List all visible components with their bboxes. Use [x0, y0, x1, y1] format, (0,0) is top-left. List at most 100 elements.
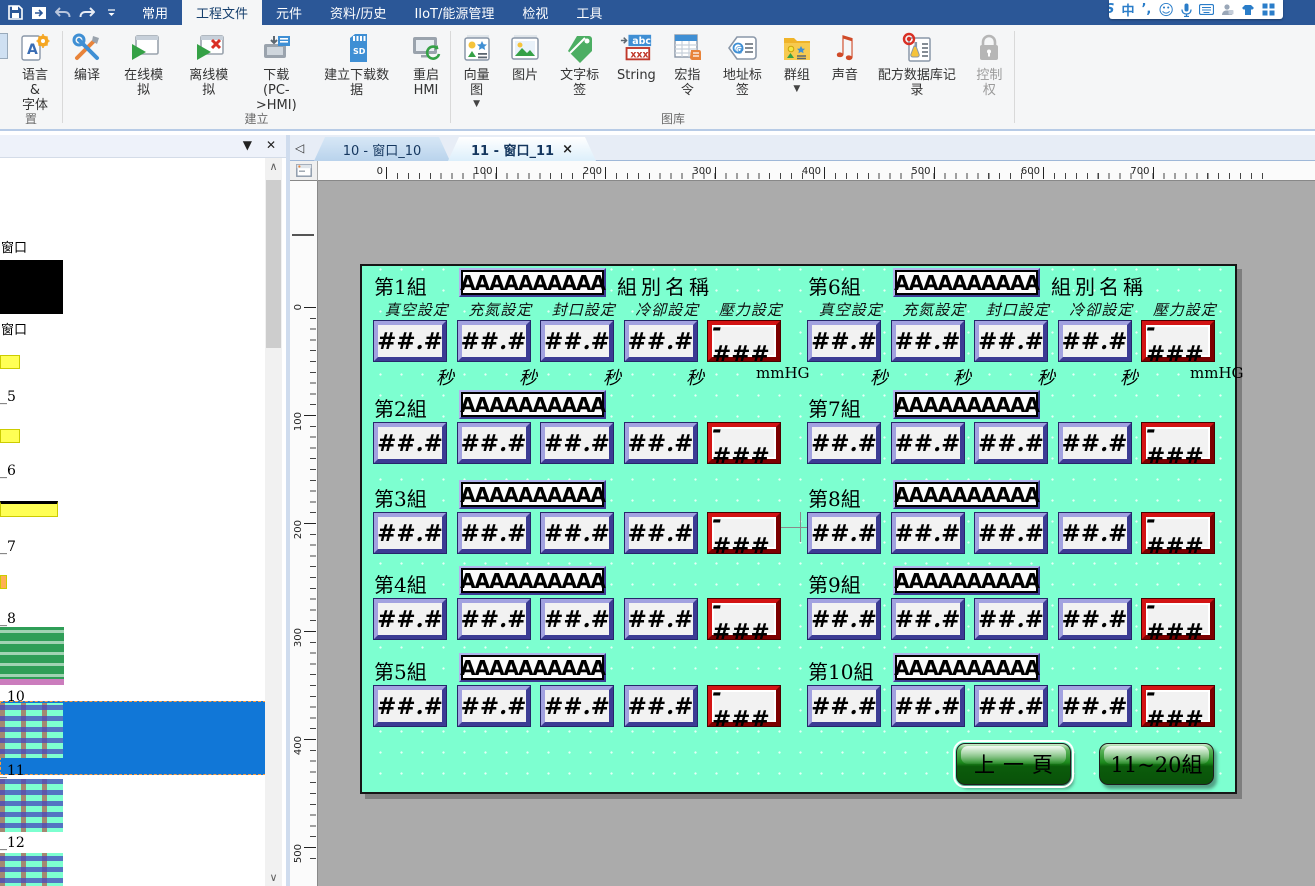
group-number-label[interactable]: 第6組 — [808, 271, 861, 300]
pressure-display[interactable]: -### — [1142, 423, 1214, 463]
numeric-display[interactable]: ##.# — [892, 423, 964, 463]
string-button[interactable]: abcxxx String — [610, 31, 663, 83]
numeric-display[interactable]: ##.# — [374, 686, 446, 726]
group-number-label[interactable]: 第3組 — [374, 483, 427, 512]
numeric-display[interactable]: ##.# — [625, 686, 697, 726]
numeric-display[interactable]: ##.# — [541, 599, 613, 639]
group-number-label[interactable]: 第10組 — [808, 656, 873, 685]
numeric-display[interactable]: ##.# — [458, 423, 530, 463]
scrollbar-thumb[interactable] — [266, 180, 281, 348]
group-name-display[interactable]: AAAAAAAAAA — [459, 566, 606, 595]
vector-graphics-button[interactable]: 向量图 ▼ — [452, 31, 501, 108]
undo-icon[interactable] — [54, 4, 72, 22]
numeric-display[interactable]: ##.# — [458, 599, 530, 639]
menu-tab-view[interactable]: 检视 — [508, 0, 562, 25]
numeric-display[interactable]: ##.# — [808, 321, 880, 361]
offline-simulation-button[interactable]: 离线模拟 — [176, 31, 241, 98]
window-thumbnail[interactable] — [0, 627, 64, 685]
scroll-up-icon[interactable]: ∧ — [265, 158, 282, 175]
group-title-label[interactable]: 組別名稱 — [1051, 271, 1147, 300]
numeric-display[interactable]: ##.# — [625, 321, 697, 361]
sound-button[interactable]: ♫ 声音 — [821, 31, 869, 83]
build-download-data-button[interactable]: SD 建立下载数据 — [311, 31, 402, 98]
numeric-display[interactable]: ##.# — [541, 686, 613, 726]
window-name-label[interactable]: _12 — [0, 835, 25, 851]
sogou-logo-icon[interactable]: S — [1109, 2, 1114, 17]
numeric-display[interactable]: ##.# — [625, 599, 697, 639]
pressure-display[interactable]: -### — [1142, 321, 1214, 361]
group-title-label[interactable]: 組別名稱 — [617, 271, 713, 300]
ruler-origin-box[interactable] — [290, 161, 318, 181]
dropdown-caret-icon[interactable]: ▼ — [473, 100, 480, 108]
window-thumbnail[interactable] — [0, 853, 63, 886]
numeric-display[interactable]: ##.# — [808, 599, 880, 639]
numeric-display[interactable]: ##.# — [975, 423, 1047, 463]
numeric-display[interactable]: ##.# — [458, 513, 530, 553]
pressure-display[interactable]: -### — [708, 321, 780, 361]
group-name-display[interactable]: AAAAAAAAAA — [893, 653, 1040, 682]
address-tag-button[interactable]: @ 地址标签 — [712, 31, 773, 98]
numeric-display[interactable]: ##.# — [892, 513, 964, 553]
numeric-display[interactable]: ##.# — [541, 321, 613, 361]
ime-chinese-mode-icon[interactable]: 中 — [1121, 0, 1134, 19]
window-name-label[interactable]: _8 — [0, 611, 16, 627]
group-name-display[interactable]: AAAAAAAAAA — [893, 566, 1040, 595]
numeric-display[interactable]: ##.# — [1059, 599, 1131, 639]
ime-skin-icon[interactable] — [1241, 4, 1255, 16]
group-number-label[interactable]: 第7組 — [808, 393, 861, 422]
numeric-display[interactable]: ##.# — [1059, 423, 1131, 463]
group-name-display[interactable]: AAAAAAAAAA — [893, 268, 1040, 297]
group-name-display[interactable]: AAAAAAAAAA — [459, 653, 606, 682]
menu-tab-project-file[interactable]: 工程文件 — [182, 0, 262, 25]
pressure-display[interactable]: -### — [1142, 513, 1214, 553]
window-thumbnail[interactable] — [0, 575, 7, 589]
pressure-display[interactable]: -### — [708, 599, 780, 639]
ime-emoji-icon[interactable]: ☺ — [1158, 1, 1174, 19]
panel-collapse-icon[interactable]: ▼ — [243, 138, 252, 152]
menu-tab-iiot-energy[interactable]: IIoT/能源管理 — [400, 0, 508, 25]
group-number-label[interactable]: 第1組 — [374, 271, 427, 300]
window-name-label[interactable]: _6 — [0, 463, 16, 479]
tab-scroll-left-icon[interactable]: ◁ — [295, 141, 304, 155]
menu-tab-tool[interactable]: 工具 — [562, 0, 616, 25]
panel-close-icon[interactable]: ✕ — [266, 138, 276, 152]
window-thumbnail[interactable] — [0, 355, 20, 369]
tab-close-icon[interactable]: × — [562, 142, 573, 157]
group-name-display[interactable]: AAAAAAAAAA — [893, 390, 1040, 419]
menu-tab-data-history[interactable]: 资料/历史 — [316, 0, 400, 25]
window-thumbnail[interactable] — [0, 260, 63, 314]
numeric-display[interactable]: ##.# — [975, 686, 1047, 726]
pressure-display[interactable]: -### — [1142, 599, 1214, 639]
save-icon[interactable] — [6, 4, 24, 22]
menu-tab-home[interactable]: 常用 — [128, 0, 182, 25]
restart-hmi-button[interactable]: 重启 HMI — [402, 31, 450, 98]
numeric-display[interactable]: ##.# — [892, 686, 964, 726]
numeric-display[interactable]: ##.# — [892, 599, 964, 639]
pressure-display[interactable]: -### — [1142, 686, 1214, 726]
ime-toolbox-icon[interactable] — [1262, 3, 1275, 16]
numeric-display[interactable]: ##.# — [975, 321, 1047, 361]
numeric-display[interactable]: ##.# — [975, 513, 1047, 553]
numeric-display[interactable]: ##.# — [374, 513, 446, 553]
group-name-display[interactable]: AAAAAAAAAA — [893, 480, 1040, 509]
dropdown-caret-icon[interactable]: ▼ — [793, 85, 800, 93]
pressure-display[interactable]: -### — [708, 513, 780, 553]
numeric-display[interactable]: ##.# — [541, 423, 613, 463]
window-name-label[interactable]: _11 — [0, 763, 25, 779]
export-window-icon[interactable] — [30, 4, 48, 22]
numeric-display[interactable]: ##.# — [1059, 321, 1131, 361]
macro-button[interactable]: 宏指令 — [663, 31, 712, 98]
hmi-screen[interactable]: 上一頁 11~20組 第1組 AAAAAAAAAA 組別名稱 真空設定 充氮設定… — [360, 264, 1237, 794]
group-number-label[interactable]: 第5組 — [374, 656, 427, 685]
window-name-label[interactable]: _7 — [0, 539, 16, 555]
language-font-button[interactable]: A 语言 & 字体 — [8, 31, 62, 113]
group-name-display[interactable]: AAAAAAAAAA — [459, 390, 606, 419]
ime-keyboard-icon[interactable] — [1199, 4, 1214, 15]
window-thumbnail[interactable] — [0, 501, 58, 517]
window-thumbnail-selected[interactable] — [0, 703, 63, 758]
scroll-down-icon[interactable]: ∨ — [265, 869, 282, 886]
group-library-button[interactable]: 群组 ▼ — [773, 31, 821, 93]
recipe-database-button[interactable]: 配方数据库记录 — [869, 31, 965, 98]
download-pc-hmi-button[interactable]: 下载 (PC- >HMI) — [241, 31, 311, 113]
redo-icon[interactable] — [78, 4, 96, 22]
